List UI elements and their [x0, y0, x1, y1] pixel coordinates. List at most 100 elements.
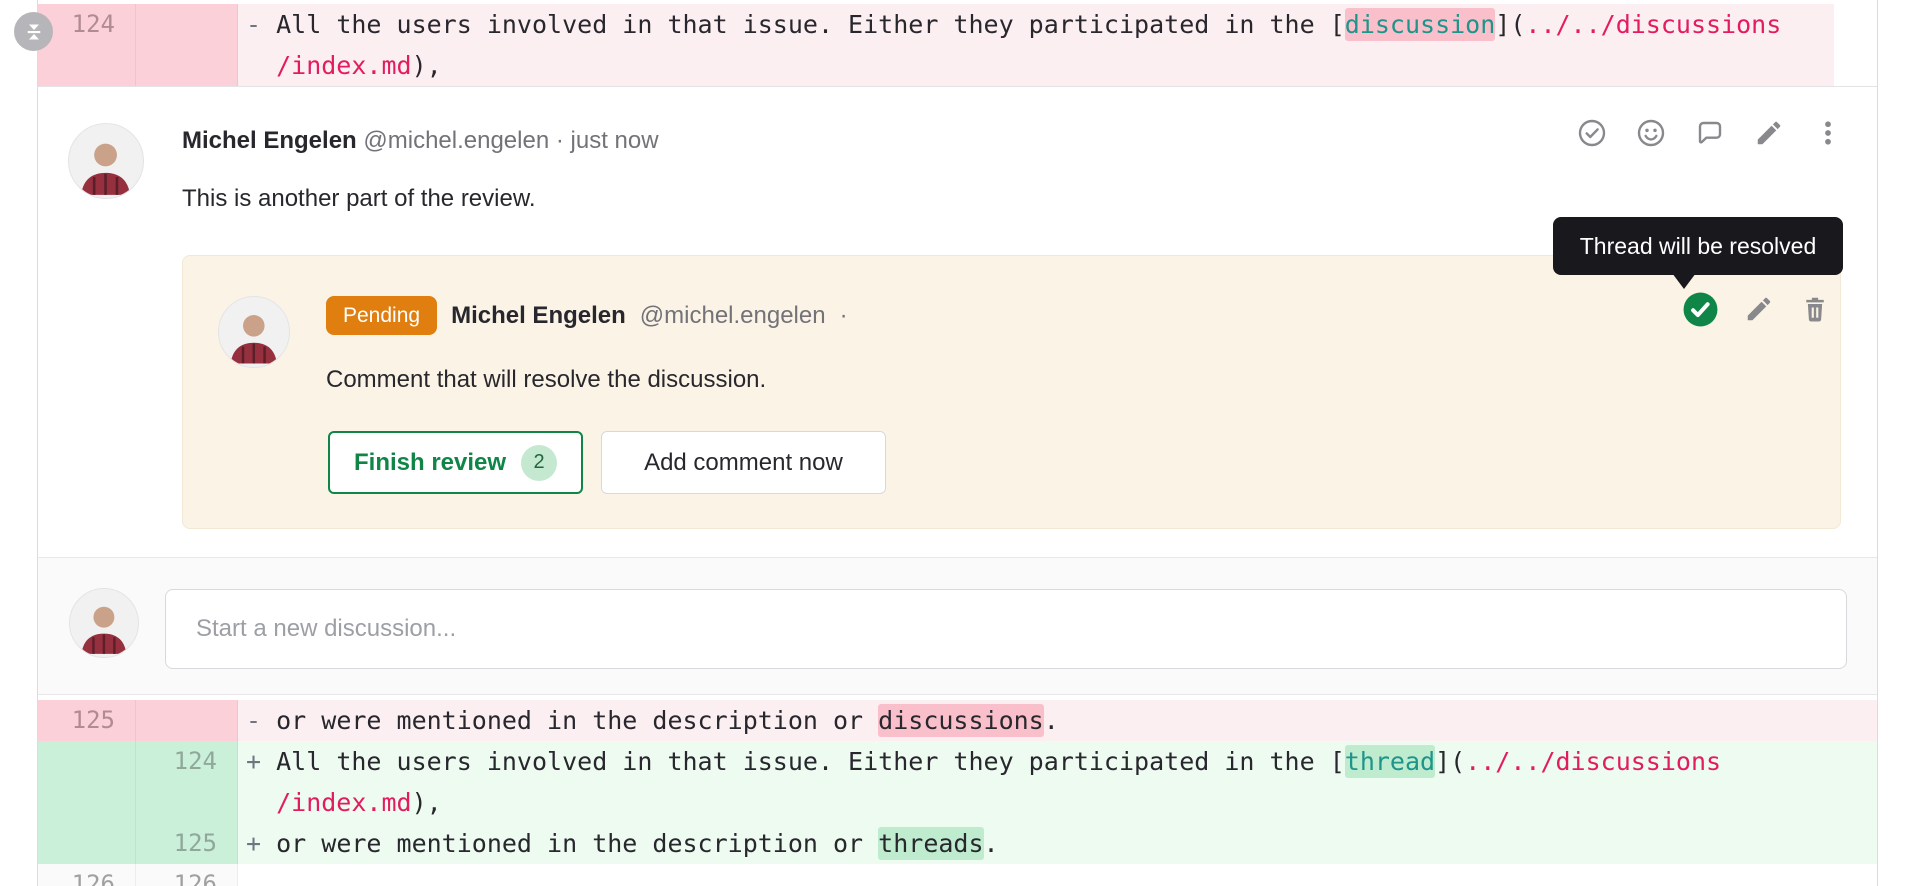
code-text: .	[984, 829, 999, 858]
pending-comment-card: Pending Michel Engelen @michel.engelen ·…	[182, 255, 1841, 529]
new-line-number[interactable]	[136, 4, 238, 86]
discussion-thread: Michel Engelen @michel.engelen · just no…	[38, 86, 1877, 557]
code-text: All the users involved in that issue. Ei…	[261, 10, 1345, 39]
code-text: or were mentioned in the description or	[261, 829, 878, 858]
new-discussion-input[interactable]	[165, 589, 1847, 669]
code-string: ../../discussions	[1465, 747, 1721, 776]
resolve-check-icon	[1682, 291, 1719, 328]
diff-sign: -	[246, 706, 261, 735]
diff-row-del: 124 - All the users involved in that issu…	[38, 4, 1834, 86]
comment-timestamp[interactable]: just now	[571, 127, 659, 154]
code-line: /index.md),	[246, 45, 1834, 86]
emoji-reaction-icon	[1635, 117, 1667, 149]
pending-badge: Pending	[326, 296, 437, 335]
diff-row-context: 126126	[38, 864, 1877, 886]
finish-review-button[interactable]: Finish review 2	[328, 431, 583, 494]
changed-word-link: discussion	[1345, 8, 1496, 41]
diff-lines-bottom: 125 - or were mentioned in the descriptio…	[38, 700, 1877, 886]
diff-lines-top: 124 - All the users involved in that issu…	[38, 4, 1834, 86]
separator-dot: ·	[840, 302, 848, 330]
edit-icon	[1744, 294, 1774, 324]
old-line-number[interactable]: 126	[38, 864, 136, 886]
code-text: All the users involved in that issue. Ei…	[261, 747, 1345, 776]
edit-icon	[1754, 118, 1784, 148]
code-cell: + All the users involved in that issue. …	[238, 741, 1877, 823]
code-cell: - or were mentioned in the description o…	[238, 700, 1877, 741]
resolve-thread-button[interactable]	[1576, 117, 1608, 149]
old-line-number[interactable]	[38, 741, 136, 823]
changed-word: discussions	[878, 704, 1044, 737]
code-text: .	[1044, 706, 1059, 735]
diff-row-add: 125+ or were mentioned in the descriptio…	[38, 823, 1877, 864]
diff-row-add: 124+ All the users involved in that issu…	[38, 741, 1877, 823]
add-comment-now-button[interactable]: Add comment now	[601, 431, 886, 494]
pending-comment-header: Pending Michel Engelen @michel.engelen ·	[326, 296, 848, 335]
comment-icon	[1694, 117, 1726, 149]
tooltip-arrow	[1672, 273, 1696, 289]
old-line-number[interactable]: 124	[38, 4, 136, 86]
avatar	[69, 588, 139, 658]
code-cell	[238, 864, 1877, 886]
add-comment-now-label: Add comment now	[644, 449, 843, 477]
merge-request-diff-view: 124- All the users involved in that issu…	[0, 0, 1906, 886]
reply-comment-button[interactable]	[1694, 117, 1726, 149]
code-line: - or were mentioned in the description o…	[246, 700, 1877, 741]
pending-comment-actions	[1681, 290, 1831, 328]
code-text: ),	[412, 788, 442, 817]
edit-comment-button[interactable]	[1753, 117, 1785, 149]
finish-review-label: Finish review	[354, 449, 506, 477]
author-name[interactable]: Michel Engelen	[182, 127, 357, 154]
comment-body: This is another part of the review.	[182, 185, 536, 213]
pending-count-badge: 2	[521, 445, 557, 481]
avatar	[218, 296, 290, 368]
delete-pending-comment-button[interactable]	[1799, 293, 1831, 325]
author-name[interactable]: Michel Engelen	[451, 302, 626, 330]
code-line: /index.md),	[246, 782, 1877, 823]
old-line-number[interactable]	[38, 823, 136, 864]
diff-sign: +	[246, 829, 261, 858]
new-discussion-section	[38, 557, 1877, 695]
new-line-number[interactable]: 126	[136, 864, 238, 886]
code-text: ),	[412, 51, 442, 80]
code-string: ../../discussions	[1525, 10, 1781, 39]
delete-icon	[1800, 294, 1830, 324]
code-line: + All the users involved in that issue. …	[246, 741, 1877, 782]
code-string: /index.md	[276, 51, 411, 80]
diff-sign: +	[246, 747, 261, 776]
code-line: - All the users involved in that issue. …	[246, 4, 1834, 45]
code-text: or were mentioned in the description or	[261, 706, 878, 735]
code-line: + or were mentioned in the description o…	[246, 823, 1877, 864]
diff-row-del: 125 - or were mentioned in the descriptio…	[38, 700, 1877, 741]
changed-word-link: thread	[1345, 745, 1435, 778]
code-text: ](	[1495, 10, 1525, 39]
more-options-button[interactable]	[1812, 117, 1844, 149]
comment-actions	[1576, 117, 1844, 149]
code-cell: + or were mentioned in the description o…	[238, 823, 1877, 864]
diff-sign: -	[246, 10, 261, 39]
author-handle: @michel.engelen	[363, 127, 549, 154]
code-line	[246, 864, 1877, 886]
code-text: ](	[1435, 747, 1465, 776]
pending-comment-buttons: Finish review 2 Add comment now	[328, 431, 886, 494]
collapse-diff-lines-button[interactable]	[14, 12, 53, 51]
changed-word: threads	[878, 827, 983, 860]
author-handle: @michel.engelen	[640, 302, 826, 330]
separator-dot: ·	[556, 127, 564, 154]
avatar	[68, 123, 144, 199]
diff-file-container: 124- All the users involved in that issu…	[37, 0, 1878, 886]
pending-comment-body: Comment that will resolve the discussion…	[326, 366, 766, 394]
new-line-number[interactable]: 124	[136, 741, 238, 823]
resolve-thread-icon	[1576, 117, 1608, 149]
new-line-number[interactable]: 125	[136, 823, 238, 864]
comment-header: Michel Engelen @michel.engelen · just no…	[182, 127, 659, 155]
more-options-icon	[1813, 118, 1843, 148]
collapse-icon	[24, 22, 44, 42]
old-line-number[interactable]: 125	[38, 700, 136, 741]
code-string: /index.md	[276, 788, 411, 817]
emoji-reaction-button[interactable]	[1635, 117, 1667, 149]
resolve-check-button[interactable]	[1681, 290, 1719, 328]
edit-pending-comment-button[interactable]	[1743, 293, 1775, 325]
new-line-number[interactable]	[136, 700, 238, 741]
code-cell: - All the users involved in that issue. …	[238, 4, 1834, 86]
tooltip: Thread will be resolved	[1553, 217, 1843, 275]
